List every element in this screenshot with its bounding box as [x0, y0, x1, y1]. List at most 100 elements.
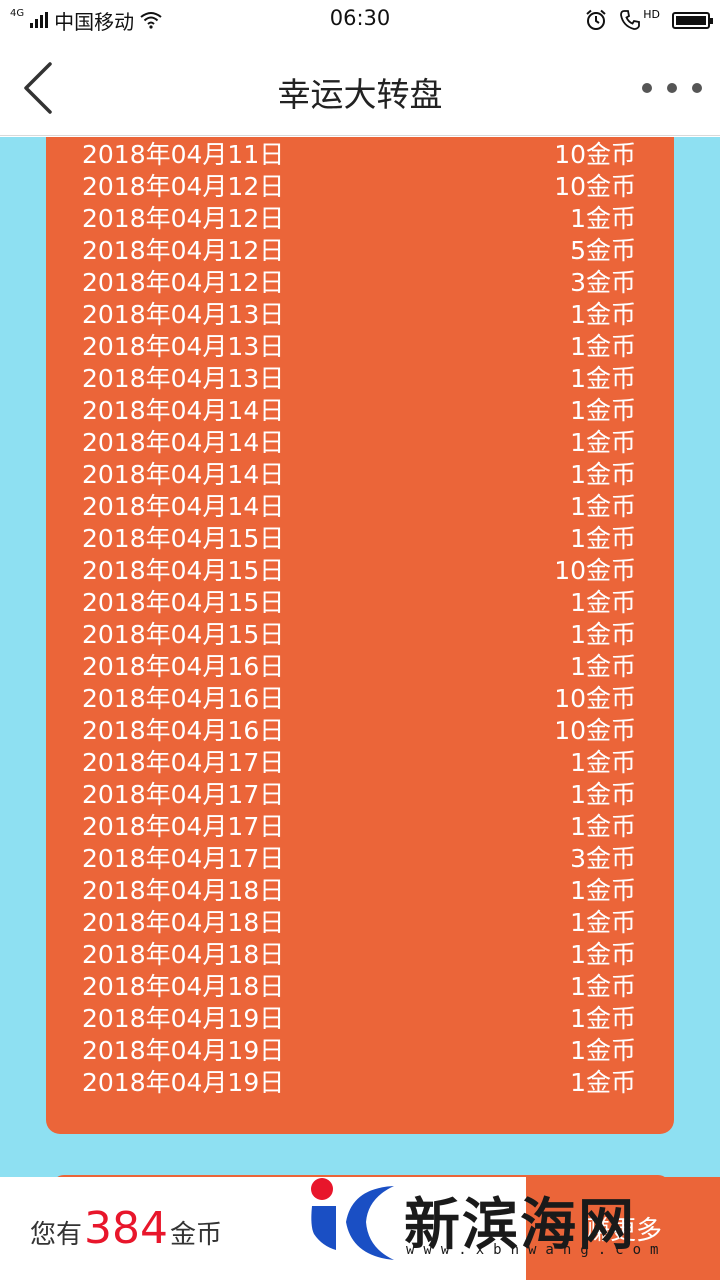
record-row: 2018年04月12日 10金币 — [46, 171, 674, 203]
record-row: 2018年04月14日 1金币 — [46, 395, 674, 427]
record-date: 2018年04月18日 — [82, 940, 285, 969]
record-amount: 3金币 — [570, 268, 636, 297]
record-date: 2018年04月13日 — [82, 332, 285, 361]
record-amount: 5金币 — [570, 236, 636, 265]
more-dot-icon — [692, 83, 702, 93]
record-date: 2018年04月12日 — [82, 268, 285, 297]
record-date: 2018年04月18日 — [82, 972, 285, 1001]
record-row: 2018年04月18日 1金币 — [46, 907, 674, 939]
record-amount: 1金币 — [570, 748, 636, 777]
record-row: 2018年04月18日 1金币 — [46, 875, 674, 907]
record-row: 2018年04月18日 1金币 — [46, 971, 674, 1003]
record-row: 2018年04月11日 10金币 — [46, 139, 674, 171]
record-amount: 1金币 — [570, 1036, 636, 1065]
record-amount: 3金币 — [570, 844, 636, 873]
record-amount: 1金币 — [570, 364, 636, 393]
record-amount: 1金币 — [570, 204, 636, 233]
record-row: 2018年04月14日 1金币 — [46, 459, 674, 491]
record-date: 2018年04月16日 — [82, 684, 285, 713]
record-date: 2018年04月19日 — [82, 1036, 285, 1065]
record-row: 2018年04月15日 10金币 — [46, 555, 674, 587]
record-amount: 1金币 — [570, 780, 636, 809]
coin-balance: 您有 384 金币 — [30, 1203, 222, 1254]
record-date: 2018年04月19日 — [82, 1068, 285, 1097]
record-amount: 1金币 — [570, 332, 636, 361]
record-row: 2018年04月13日 1金币 — [46, 363, 674, 395]
hd-label: HD — [643, 7, 660, 21]
record-amount: 1金币 — [570, 492, 636, 521]
record-date: 2018年04月18日 — [82, 876, 285, 905]
record-row: 2018年04月16日 10金币 — [46, 683, 674, 715]
watermark: 新滨海网 www.xbhwang.com — [300, 1176, 700, 1266]
record-amount: 1金币 — [570, 460, 636, 489]
record-date: 2018年04月13日 — [82, 364, 285, 393]
record-date: 2018年04月19日 — [82, 1004, 285, 1033]
record-amount: 10金币 — [554, 172, 636, 201]
record-amount: 1金币 — [570, 876, 636, 905]
record-row: 2018年04月15日 1金币 — [46, 523, 674, 555]
battery-icon — [672, 11, 713, 29]
record-date: 2018年04月14日 — [82, 460, 285, 489]
record-amount: 1金币 — [570, 524, 636, 553]
watermark-url: www.xbhwang.com — [406, 1242, 668, 1258]
record-row: 2018年04月18日 1金币 — [46, 939, 674, 971]
coin-count: 384 — [84, 1203, 168, 1254]
page-title: 幸运大转盘 — [277, 75, 443, 114]
coin-prefix: 您有 — [30, 1220, 83, 1250]
record-row: 2018年04月17日 3金币 — [46, 843, 674, 875]
nav-bar: 幸运大转盘 — [0, 40, 720, 136]
coin-suffix: 金币 — [170, 1220, 223, 1250]
record-amount: 1金币 — [570, 428, 636, 457]
record-date: 2018年04月12日 — [82, 236, 285, 265]
record-date: 2018年04月12日 — [82, 172, 285, 201]
status-bar: 4G 中国移动 06:30 HD — [0, 0, 720, 40]
record-amount: 1金币 — [570, 396, 636, 425]
alarm-icon — [586, 9, 606, 30]
record-amount: 1金币 — [570, 1004, 636, 1033]
record-row: 2018年04月15日 1金币 — [46, 619, 674, 651]
record-row: 2018年04月19日 1金币 — [46, 1067, 674, 1099]
more-button[interactable] — [642, 76, 702, 100]
record-date: 2018年04月17日 — [82, 844, 285, 873]
record-date: 2018年04月12日 — [82, 204, 285, 233]
more-dot-icon — [642, 83, 652, 93]
record-amount: 10金币 — [554, 140, 636, 169]
record-row: 2018年04月17日 1金币 — [46, 779, 674, 811]
record-amount: 1金币 — [570, 908, 636, 937]
record-amount: 1金币 — [570, 940, 636, 969]
record-date: 2018年04月15日 — [82, 620, 285, 649]
record-date: 2018年04月11日 — [82, 140, 285, 169]
record-date: 2018年04月16日 — [82, 652, 285, 681]
record-row: 2018年04月14日 1金币 — [46, 427, 674, 459]
record-amount: 1金币 — [570, 972, 636, 1001]
record-row: 2018年04月12日 1金币 — [46, 203, 674, 235]
record-amount: 1金币 — [570, 652, 636, 681]
record-row: 2018年04月19日 1金币 — [46, 1035, 674, 1067]
more-dot-icon — [667, 83, 677, 93]
record-date: 2018年04月15日 — [82, 556, 285, 585]
record-amount: 1金币 — [570, 588, 636, 617]
content-area[interactable]: 2018年04月11日5金币2018年04月11日10金币2018年04月12日… — [0, 137, 720, 1177]
record-row: 2018年04月17日 1金币 — [46, 747, 674, 779]
record-row: 2018年04月12日 3金币 — [46, 267, 674, 299]
record-date: 2018年04月14日 — [82, 492, 285, 521]
record-date: 2018年04月17日 — [82, 748, 285, 777]
record-row: 2018年04月15日 1金币 — [46, 587, 674, 619]
record-row: 2018年04月12日 5金币 — [46, 235, 674, 267]
record-amount: 1金币 — [570, 812, 636, 841]
record-date: 2018年04月16日 — [82, 716, 285, 745]
record-date: 2018年04月14日 — [82, 396, 285, 425]
record-amount: 1金币 — [570, 300, 636, 329]
record-date: 2018年04月15日 — [82, 524, 285, 553]
record-row: 2018年04月17日 1金币 — [46, 811, 674, 843]
record-amount: 10金币 — [554, 716, 636, 745]
record-date: 2018年04月15日 — [82, 588, 285, 617]
record-date: 2018年04月18日 — [82, 908, 285, 937]
record-date: 2018年04月13日 — [82, 300, 285, 329]
prize-records-panel[interactable]: 2018年04月11日5金币2018年04月11日10金币2018年04月12日… — [46, 137, 674, 1134]
record-row: 2018年04月19日 1金币 — [46, 1003, 674, 1035]
record-date: 2018年04月17日 — [82, 812, 285, 841]
status-right: HD — [585, 7, 713, 33]
record-row: 2018年04月13日 1金币 — [46, 331, 674, 363]
record-row: 2018年04月16日 1金币 — [46, 651, 674, 683]
